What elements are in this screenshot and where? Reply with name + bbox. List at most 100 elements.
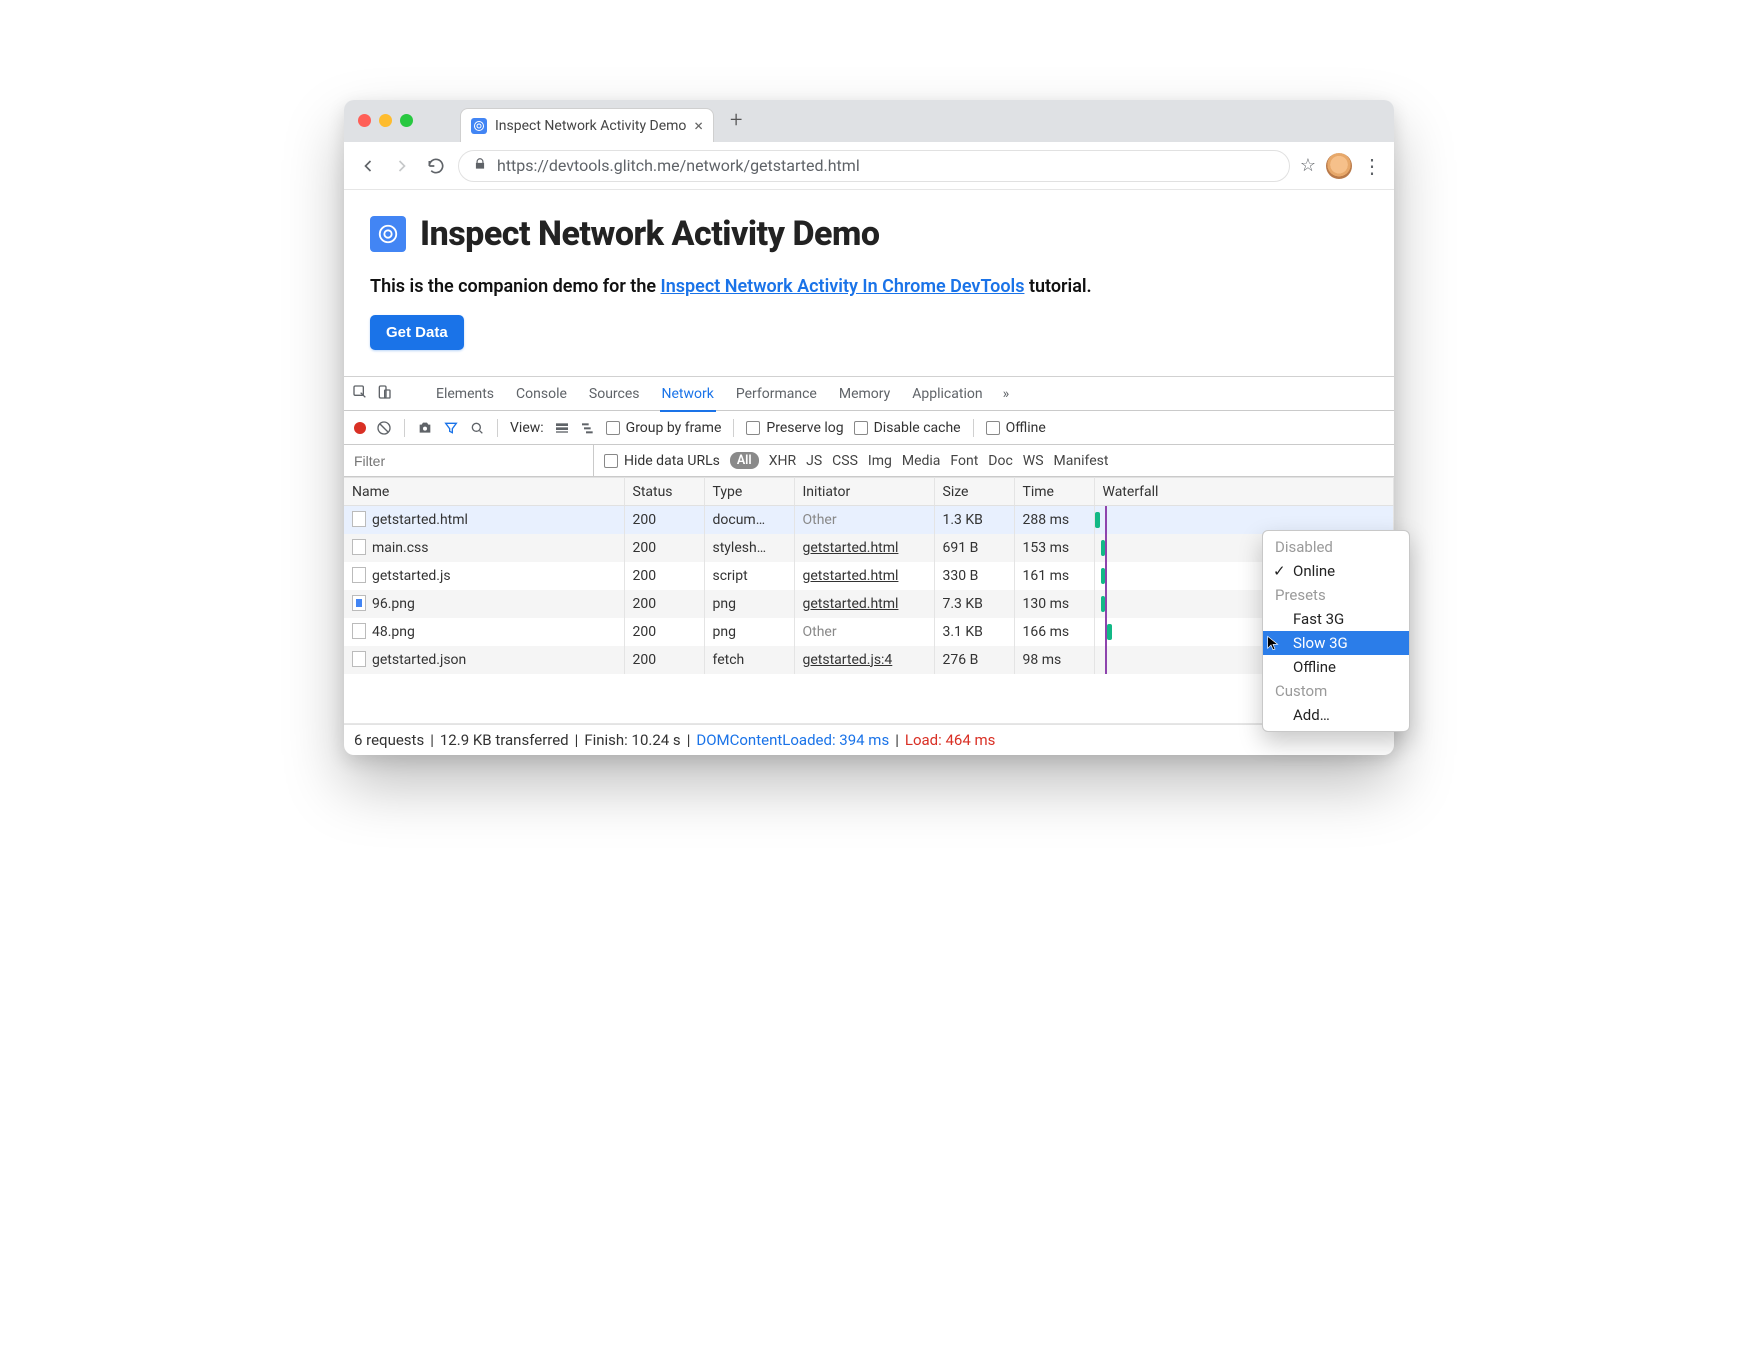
devtools-tab-performance[interactable]: Performance bbox=[734, 377, 819, 411]
type-filter-all[interactable]: All bbox=[730, 452, 759, 469]
address-bar[interactable]: https://devtools.glitch.me/network/getst… bbox=[458, 150, 1290, 182]
forward-button[interactable] bbox=[390, 156, 414, 176]
cell-size: 330 B bbox=[934, 562, 1014, 590]
menu-option-slow-3g[interactable]: Slow 3G bbox=[1263, 631, 1409, 655]
type-filter-media[interactable]: Media bbox=[902, 453, 941, 469]
table-row[interactable]: getstarted.html200docum…Other1.3 KB288 m… bbox=[344, 506, 1394, 534]
cell-initiator: getstarted.html bbox=[794, 534, 934, 562]
type-filter-js[interactable]: JS bbox=[806, 453, 822, 469]
device-toggle-icon[interactable] bbox=[376, 384, 392, 404]
cell-type: stylesh… bbox=[704, 534, 794, 562]
cell-size: 7.3 KB bbox=[934, 590, 1014, 618]
devtools-tab-bar: Elements Console Sources Network Performance… bbox=[344, 377, 1394, 411]
column-header-size[interactable]: Size bbox=[934, 478, 1014, 506]
view-large-icon[interactable] bbox=[554, 420, 570, 436]
tab-title: Inspect Network Activity Demo bbox=[495, 118, 686, 134]
devtools-tab-elements[interactable]: Elements bbox=[434, 377, 496, 411]
throttling-menu: Disabled Online Presets Fast 3G Slow 3G … bbox=[1262, 530, 1410, 732]
filter-icon[interactable] bbox=[443, 420, 459, 436]
column-header-type[interactable]: Type bbox=[704, 478, 794, 506]
table-row[interactable]: getstarted.json200fetchgetstarted.js:427… bbox=[344, 646, 1394, 674]
menu-option-add[interactable]: Add… bbox=[1263, 703, 1409, 727]
view-label: View: bbox=[510, 420, 544, 436]
devtools-panel: Elements Console Sources Network Performance… bbox=[344, 376, 1394, 755]
reload-button[interactable] bbox=[424, 156, 448, 176]
table-row[interactable]: 48.png200pngOther3.1 KB166 ms bbox=[344, 618, 1394, 646]
menu-section-disabled: Disabled bbox=[1263, 535, 1409, 559]
page-intro: This is the companion demo for the Inspe… bbox=[370, 276, 1368, 297]
table-row[interactable]: 96.png200pnggetstarted.html7.3 KB130 ms bbox=[344, 590, 1394, 618]
column-header-name[interactable]: Name bbox=[344, 478, 624, 506]
column-header-time[interactable]: Time bbox=[1014, 478, 1094, 506]
more-tabs-icon[interactable]: » bbox=[1003, 386, 1010, 402]
clear-icon[interactable] bbox=[376, 420, 392, 436]
cell-type: fetch bbox=[704, 646, 794, 674]
initiator-link[interactable]: getstarted.html bbox=[803, 568, 899, 584]
filter-input[interactable] bbox=[344, 445, 594, 476]
devtools-tab-sources[interactable]: Sources bbox=[587, 377, 642, 411]
type-filter-css[interactable]: CSS bbox=[832, 453, 858, 469]
view-waterfall-icon[interactable] bbox=[580, 420, 596, 436]
cell-time: 288 ms bbox=[1014, 506, 1094, 534]
type-filter-img[interactable]: Img bbox=[868, 453, 892, 469]
status-load: Load: 464 ms bbox=[905, 731, 996, 749]
status-transferred: 12.9 KB transferred bbox=[440, 731, 569, 749]
browser-tab[interactable]: Inspect Network Activity Demo × bbox=[460, 108, 714, 142]
cell-time: 166 ms bbox=[1014, 618, 1094, 646]
new-tab-button[interactable]: + bbox=[730, 108, 742, 135]
cell-status: 200 bbox=[624, 562, 704, 590]
record-icon[interactable] bbox=[354, 422, 366, 434]
group-by-frame-checkbox[interactable]: Group by frame bbox=[606, 420, 722, 436]
cell-size: 3.1 KB bbox=[934, 618, 1014, 646]
type-filter-xhr[interactable]: XHR bbox=[769, 453, 796, 469]
minimize-window-icon[interactable] bbox=[379, 114, 392, 127]
intro-text-post: tutorial. bbox=[1029, 276, 1092, 297]
table-row[interactable]: main.css200stylesh…getstarted.html691 B1… bbox=[344, 534, 1394, 562]
inspect-element-icon[interactable] bbox=[352, 384, 368, 404]
devtools-tab-memory[interactable]: Memory bbox=[837, 377, 892, 411]
tutorial-link[interactable]: Inspect Network Activity In Chrome DevTo… bbox=[661, 276, 1025, 297]
table-row[interactable]: getstarted.js200scriptgetstarted.html330… bbox=[344, 562, 1394, 590]
menu-option-offline[interactable]: Offline bbox=[1263, 655, 1409, 679]
browser-menu-icon[interactable]: ⋮ bbox=[1362, 154, 1382, 178]
screenshot-icon[interactable] bbox=[417, 420, 433, 436]
type-filter-manifest[interactable]: Manifest bbox=[1054, 453, 1109, 469]
menu-option-fast-3g[interactable]: Fast 3G bbox=[1263, 607, 1409, 631]
cell-status: 200 bbox=[624, 646, 704, 674]
column-header-initiator[interactable]: Initiator bbox=[794, 478, 934, 506]
close-window-icon[interactable] bbox=[358, 114, 371, 127]
offline-checkbox[interactable]: Offline bbox=[986, 420, 1046, 436]
file-icon bbox=[352, 595, 366, 611]
maximize-window-icon[interactable] bbox=[400, 114, 413, 127]
file-icon bbox=[352, 539, 366, 555]
initiator-link[interactable]: getstarted.html bbox=[803, 540, 899, 556]
devtools-tab-application[interactable]: Application bbox=[910, 377, 984, 411]
file-name: getstarted.html bbox=[372, 512, 468, 528]
file-name: 48.png bbox=[372, 624, 415, 640]
back-button[interactable] bbox=[356, 156, 380, 176]
devtools-tab-network[interactable]: Network bbox=[660, 377, 716, 411]
initiator-link[interactable]: getstarted.html bbox=[803, 596, 899, 612]
disable-cache-checkbox[interactable]: Disable cache bbox=[854, 420, 961, 436]
type-filter-font[interactable]: Font bbox=[950, 453, 978, 469]
chrome-logo-icon bbox=[370, 216, 406, 252]
search-icon[interactable] bbox=[469, 420, 485, 436]
hide-data-urls-checkbox[interactable]: Hide data URLs bbox=[604, 453, 720, 469]
profile-avatar[interactable] bbox=[1326, 153, 1352, 179]
type-filter-doc[interactable]: Doc bbox=[988, 453, 1013, 469]
cell-status: 200 bbox=[624, 506, 704, 534]
menu-option-online[interactable]: Online bbox=[1263, 559, 1409, 583]
initiator-link[interactable]: getstarted.js:4 bbox=[803, 652, 893, 668]
file-icon bbox=[352, 511, 366, 527]
status-requests: 6 requests bbox=[354, 731, 424, 749]
type-filter-ws[interactable]: WS bbox=[1023, 453, 1044, 469]
column-header-status[interactable]: Status bbox=[624, 478, 704, 506]
devtools-tab-console[interactable]: Console bbox=[514, 377, 569, 411]
preserve-log-checkbox[interactable]: Preserve log bbox=[746, 420, 843, 436]
close-tab-icon[interactable]: × bbox=[694, 118, 703, 134]
bookmark-icon[interactable]: ☆ bbox=[1300, 155, 1316, 176]
column-header-waterfall[interactable]: Waterfall bbox=[1094, 478, 1394, 506]
intro-text-pre: This is the companion demo for the bbox=[370, 276, 661, 297]
window-controls[interactable] bbox=[358, 114, 413, 127]
get-data-button[interactable]: Get Data bbox=[370, 315, 464, 350]
